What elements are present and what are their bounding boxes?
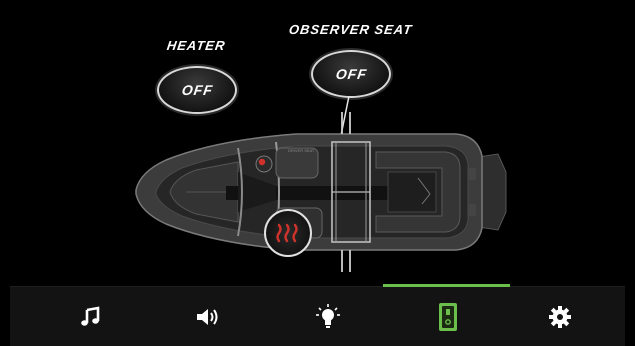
observer-seat-heat-zone[interactable] <box>264 209 312 257</box>
nav-switch-button[interactable] <box>388 287 508 346</box>
nav-volume-button[interactable] <box>148 287 268 346</box>
light-bulb-icon <box>316 303 340 328</box>
svg-text:DRIVER SEAT: DRIVER SEAT <box>288 148 315 153</box>
screen-frame: HEATER OFF OBSERVER SEAT OFF DRIVER SEAT <box>0 0 635 346</box>
heat-waves-icon <box>276 223 298 243</box>
nav-music-button[interactable] <box>30 287 150 346</box>
boat-top-view: DRIVER SEAT <box>135 112 507 272</box>
power-switch-icon <box>439 302 457 331</box>
bottom-nav-bar <box>10 284 625 346</box>
music-note-icon <box>81 305 100 326</box>
nav-lights-button[interactable] <box>268 287 388 346</box>
nav-settings-button[interactable] <box>500 287 620 346</box>
gear-icon <box>549 305 571 328</box>
speaker-volume-icon <box>197 308 218 325</box>
